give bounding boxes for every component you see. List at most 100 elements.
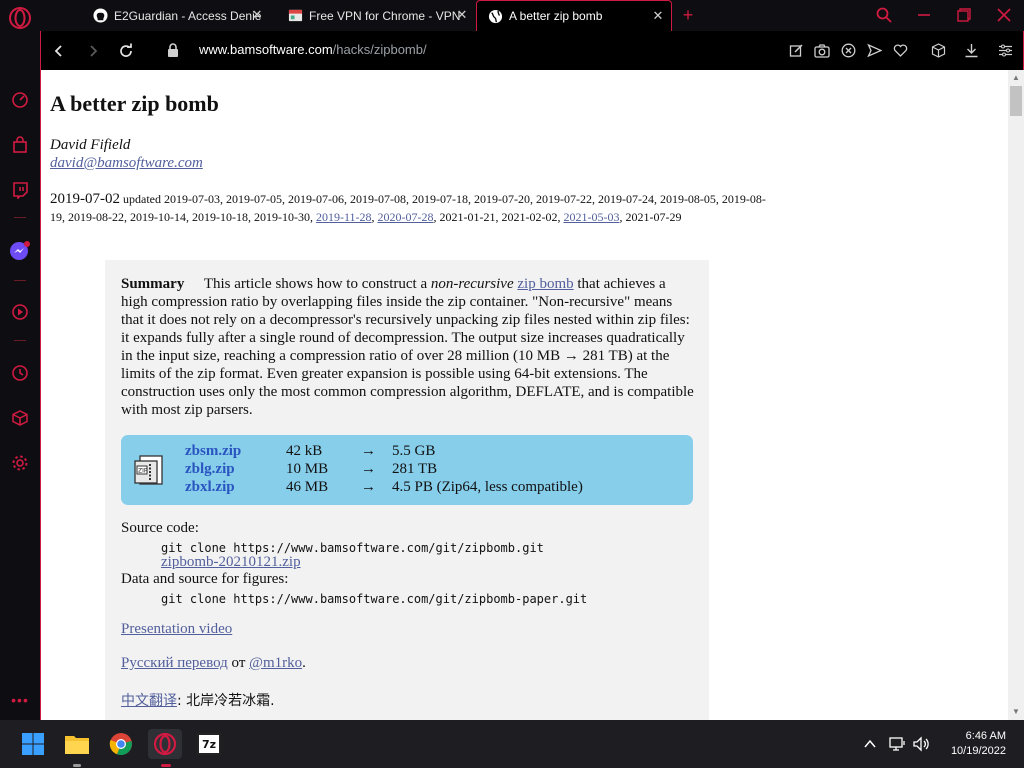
page-title: A better zip bomb [50, 91, 219, 116]
back-button[interactable] [47, 39, 71, 63]
opera-icon[interactable] [148, 729, 182, 759]
heart-icon[interactable] [891, 41, 909, 59]
tab-zip-bomb[interactable]: A better zip bomb ✕ [476, 0, 672, 31]
date-link[interactable]: 2019-11-28 [316, 210, 372, 224]
restore-window-button[interactable] [952, 4, 976, 26]
scroll-down-icon[interactable]: ▼ [1012, 708, 1020, 716]
chinese-translation-link[interactable]: 中文翻译 [121, 693, 177, 709]
data-source-label: Data and source for figures: [121, 571, 289, 587]
camera-icon[interactable] [813, 41, 831, 59]
expanded-size: 281 TB [392, 461, 438, 477]
show-hidden-icons-icon[interactable] [860, 734, 880, 754]
settings-gear-icon[interactable] [8, 451, 32, 475]
snapshot-edit-icon[interactable] [787, 41, 805, 59]
speed-dial-icon[interactable] [8, 88, 32, 112]
download-link[interactable]: zblg.zip [185, 461, 235, 478]
updated-label: updated [123, 192, 161, 206]
tab-free-vpn[interactable]: Free VPN for Chrome - VPN ✕ [277, 0, 475, 31]
extensions-cube-icon[interactable] [8, 406, 32, 430]
scroll-up-icon[interactable]: ▲ [1012, 74, 1020, 82]
data-clone-command: git clone https://www.bamsoftware.com/gi… [161, 592, 588, 606]
author-name: David Fifield [50, 137, 131, 153]
url-host: www.bamsoftware.com [199, 42, 333, 57]
sidebar-more-icon[interactable]: ••• [8, 688, 32, 712]
url-field[interactable]: www.bamsoftware.com/hacks/zipbomb/ [199, 42, 427, 57]
twitch-icon[interactable] [8, 178, 32, 202]
scrollbar[interactable]: ▲ ▼ [1008, 70, 1024, 720]
source-clone-command: git clone https://www.bamsoftware.com/gi… [161, 541, 544, 555]
downloads-panel: ZIP zbsm.zip 42 kB → 5.5 GB zblg.zip 10 … [121, 435, 693, 505]
author-email-link[interactable]: david@bamsoftware.com [50, 155, 203, 172]
date-list: 2019-07-02 updated 2019-07-03, 2019-07-0… [50, 191, 766, 224]
download-link[interactable]: zbxl.zip [185, 479, 235, 496]
address-bar: www.bamsoftware.com/hacks/zipbomb/ [40, 31, 1024, 70]
scroll-thumb[interactable] [1010, 86, 1022, 116]
volume-icon[interactable] [912, 734, 932, 754]
svg-text:ZIP: ZIP [138, 468, 148, 475]
player-icon[interactable] [8, 300, 32, 324]
github-icon [92, 8, 108, 24]
source-zip-link[interactable]: zipbomb-20210121.zip [161, 554, 301, 571]
file-explorer-icon[interactable] [62, 729, 92, 759]
update-date-last: 2021-07-29 [625, 210, 682, 224]
zip-bomb-link[interactable]: zip bomb [517, 276, 573, 292]
system-clock[interactable]: 6:46 AM 10/19/2022 [951, 729, 1006, 759]
running-indicator [73, 764, 81, 767]
close-tab-icon[interactable]: ✕ [455, 8, 469, 22]
source-code-label: Source code: [121, 520, 199, 536]
chinese-translation-line: 中文翻译: 北岸冷若冰霜. [121, 690, 275, 710]
publish-date: 2019-07-02 [50, 191, 120, 207]
summary-emphasis: non-recursive [430, 276, 514, 292]
tab-search-icon[interactable] [872, 4, 896, 26]
reload-button[interactable] [114, 39, 138, 63]
summary-box: Summary This article shows how to constr… [105, 260, 709, 720]
vpn-page-icon [287, 8, 303, 24]
send-icon[interactable] [865, 41, 883, 59]
easy-setup-icon[interactable] [996, 41, 1014, 59]
taskbar: 7z 6:46 AM 10/19/2022 [0, 720, 1024, 768]
adblock-icon[interactable] [839, 41, 857, 59]
close-tab-icon[interactable]: ✕ [250, 8, 264, 22]
summary-label: Summary [121, 276, 185, 292]
forward-button[interactable] [81, 39, 105, 63]
tab-title: E2Guardian - Access Denie [114, 8, 262, 23]
7zip-icon[interactable]: 7z [194, 729, 224, 759]
arrow-text: → [361, 479, 376, 495]
network-icon[interactable] [888, 734, 908, 754]
summary-intro: This article shows how to construct a [203, 276, 428, 292]
date-link[interactable]: 2020-07-28 [378, 210, 434, 224]
download-link[interactable]: zbsm.zip [185, 443, 241, 460]
presentation-video-link[interactable]: Presentation video [121, 621, 232, 638]
update-dates: 2021-01-21, 2021-02-02, [439, 210, 561, 224]
history-icon[interactable] [8, 361, 32, 385]
translator-link[interactable]: @m1rko [249, 655, 302, 671]
russian-translation-link[interactable]: Русский перевод [121, 655, 228, 671]
new-tab-button[interactable]: + [678, 5, 698, 25]
start-icon[interactable] [18, 729, 48, 759]
russian-translation-line: Русский перевод от @m1rko. [121, 655, 306, 672]
active-indicator [161, 764, 171, 767]
close-tab-icon[interactable]: ✕ [651, 9, 665, 23]
file-size: 10 MB [286, 461, 329, 477]
expanded-size: 4.5 PB (Zip64, less compatible) [392, 479, 583, 495]
chinese-translator: : 北岸冷若冰霜. [177, 693, 275, 709]
messenger-icon[interactable] [8, 239, 32, 263]
shopping-bag-icon[interactable] [8, 133, 32, 157]
minimize-window-button[interactable] [912, 4, 936, 26]
tab-e2guardian[interactable]: E2Guardian - Access Denie ✕ [82, 0, 270, 31]
opera-logo-icon[interactable] [8, 6, 32, 30]
file-size: 42 kB [286, 443, 323, 459]
tab-strip: E2Guardian - Access Denie ✕ Free VPN for… [40, 0, 1024, 31]
sidebar-divider [14, 340, 26, 341]
chrome-icon[interactable] [106, 729, 136, 759]
date-link[interactable]: 2021-05-03 [564, 210, 620, 224]
sidebar-divider [14, 217, 26, 218]
extensions-icon[interactable] [929, 41, 947, 59]
tab-title: A better zip bomb [509, 9, 603, 23]
arrow-text: → [361, 461, 376, 477]
zip-archive-icon: ZIP [131, 453, 165, 487]
download-icon[interactable] [962, 41, 980, 59]
page-viewport: A better zip bomb David Fifield david@ba… [40, 70, 1024, 720]
lock-icon[interactable] [167, 43, 181, 59]
close-window-button[interactable] [992, 4, 1016, 26]
